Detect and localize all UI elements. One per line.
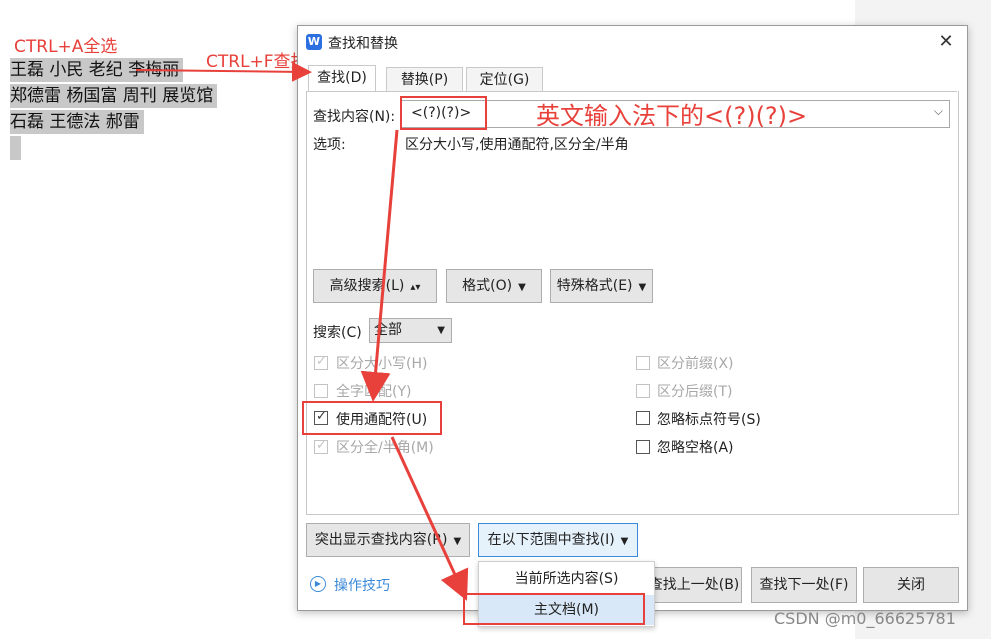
arrow-to-wildcards bbox=[360, 129, 399, 402]
csdn-watermark: CSDN @m0_66625781 bbox=[774, 609, 956, 628]
arrow-to-find-tab bbox=[135, 61, 312, 82]
annotation-arrows bbox=[135, 61, 469, 601]
arrow-to-main-document bbox=[390, 436, 469, 601]
